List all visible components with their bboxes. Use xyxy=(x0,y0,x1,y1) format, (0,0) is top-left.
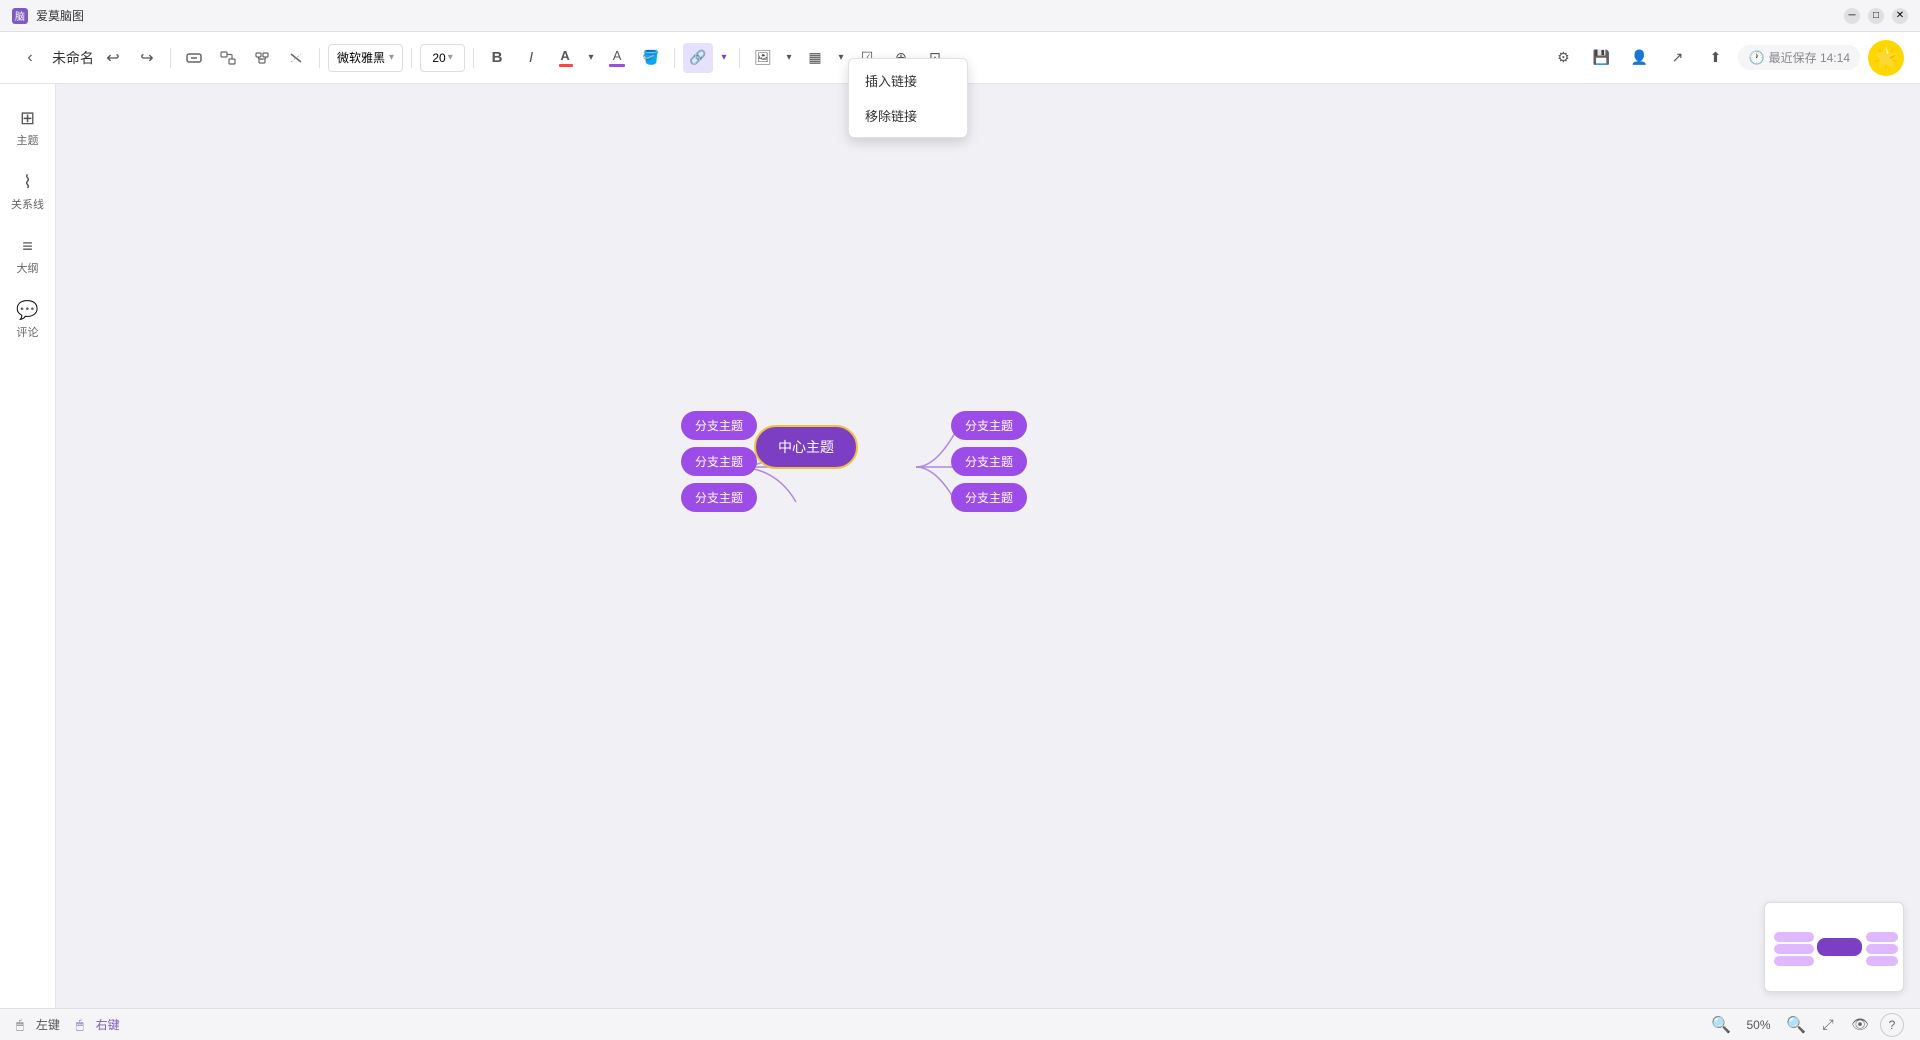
settings-button[interactable]: ⚙ xyxy=(1548,43,1578,73)
font-size-selector[interactable]: 20 ▾ xyxy=(420,44,465,72)
fill-color-button[interactable]: 🪣 xyxy=(636,43,666,73)
view-toggle-button[interactable]: 👁 xyxy=(1848,1013,1872,1037)
center-node[interactable]: 中心主题 xyxy=(754,425,858,469)
node-tool-1[interactable] xyxy=(179,43,209,73)
share-button[interactable]: ↗ xyxy=(1662,43,1692,73)
minimap xyxy=(1764,902,1904,992)
user-button[interactable]: 👤 xyxy=(1624,43,1654,73)
sidebar-item-outline[interactable]: ≡ 大纲 xyxy=(4,228,52,284)
node-tool-2[interactable] xyxy=(213,43,243,73)
divider-6 xyxy=(739,48,740,68)
branch-node-right-2[interactable]: 分支主题 xyxy=(951,447,1027,476)
right-key-label: 右键 xyxy=(96,1016,120,1033)
undo-button[interactable]: ↩ xyxy=(98,43,128,73)
table-dropdown[interactable]: ▾ xyxy=(834,43,848,73)
help-button[interactable]: ? xyxy=(1880,1013,1904,1037)
link-dropdown[interactable]: ▾ xyxy=(717,43,731,73)
image-button[interactable]: 🖼 xyxy=(748,43,778,73)
branch-node-left-1[interactable]: 分支主题 xyxy=(681,411,757,440)
minimize-button[interactable]: ─ xyxy=(1844,8,1860,24)
sidebar-item-theme-label: 主题 xyxy=(17,132,39,148)
link-button-wrapper: 🔗 xyxy=(683,43,713,73)
italic-button[interactable]: I xyxy=(516,43,546,73)
zoom-in-button[interactable]: 🔍 xyxy=(1784,1013,1808,1037)
window-controls: ─ □ ✕ xyxy=(1844,8,1908,24)
divider-4 xyxy=(473,48,474,68)
bold-button[interactable]: B xyxy=(482,43,512,73)
sidebar-item-relations[interactable]: ⌇ 关系线 xyxy=(4,164,52,220)
avatar-button[interactable]: 🌟 xyxy=(1868,40,1904,76)
sidebar: ⊞ 主题 ⌇ 关系线 ≡ 大纲 💬 评论 xyxy=(0,84,56,1040)
zoom-out-button[interactable]: 🔍 xyxy=(1709,1013,1733,1037)
text-color-indicator xyxy=(559,64,573,67)
back-button[interactable]: ‹ xyxy=(16,44,44,72)
highlight-button[interactable]: A xyxy=(602,43,632,73)
left-key-label: 左键 xyxy=(36,1016,60,1033)
link-dropdown-menu: 插入链接 移除链接 xyxy=(848,58,968,138)
link-button[interactable]: 🔗 xyxy=(683,43,713,73)
table-button[interactable]: ▦ xyxy=(800,43,830,73)
branch-node-right-3[interactable]: 分支主题 xyxy=(951,483,1027,512)
mindmap-svg xyxy=(56,84,1920,1008)
branch-node-right-1[interactable]: 分支主题 xyxy=(951,411,1027,440)
minimap-content xyxy=(1765,903,1903,991)
text-color-button[interactable]: A xyxy=(550,43,580,73)
sidebar-item-theme[interactable]: ⊞ 主题 xyxy=(4,100,52,156)
theme-icon: ⊞ xyxy=(20,108,35,129)
comment-icon: 💬 xyxy=(16,300,38,321)
divider-1 xyxy=(170,48,171,68)
fit-screen-button[interactable]: ⤢ xyxy=(1816,1013,1840,1037)
font-family-selector[interactable]: 微软雅黑 ▾ xyxy=(328,44,403,72)
mouse-right-icon: 🖱 xyxy=(76,1017,84,1033)
redo-button[interactable]: ↪ xyxy=(132,43,162,73)
remove-link-item[interactable]: 移除链接 xyxy=(849,98,967,133)
statusbar: 🖱 左键 🖱 右键 🔍 50% 🔍 ⤢ 👁 ? xyxy=(0,1008,1920,1040)
highlight-indicator xyxy=(609,64,625,67)
title-bar: 脑 爱莫脑图 ─ □ ✕ xyxy=(0,0,1920,32)
app-icon: 脑 xyxy=(12,8,28,24)
app-title: 爱莫脑图 xyxy=(36,7,84,24)
branch-node-left-2[interactable]: 分支主题 xyxy=(681,447,757,476)
sidebar-item-relations-label: 关系线 xyxy=(11,196,44,212)
save-status-text: 最近保存 14:14 xyxy=(1769,49,1850,66)
save-status: 🕐 最近保存 14:14 xyxy=(1738,45,1860,70)
insert-link-item[interactable]: 插入链接 xyxy=(849,63,967,98)
relations-icon: ⌇ xyxy=(23,172,32,193)
image-dropdown[interactable]: ▾ xyxy=(782,43,796,73)
sidebar-item-comment-label: 评论 xyxy=(17,324,39,340)
minimap-svg xyxy=(1769,907,1899,987)
node-tool-3[interactable] xyxy=(247,43,277,73)
text-color-dropdown[interactable]: ▾ xyxy=(584,43,598,73)
sidebar-item-outline-label: 大纲 xyxy=(17,260,39,276)
export-button[interactable]: ⬆ xyxy=(1700,43,1730,73)
node-tool-4[interactable] xyxy=(281,43,311,73)
divider-2 xyxy=(319,48,320,68)
save-button[interactable]: 💾 xyxy=(1586,43,1616,73)
divider-3 xyxy=(411,48,412,68)
statusbar-right: 🔍 50% 🔍 ⤢ 👁 ? xyxy=(1709,1013,1904,1037)
nav-area: ‹ 未命名 xyxy=(16,44,94,72)
close-button[interactable]: ✕ xyxy=(1892,8,1908,24)
maximize-button[interactable]: □ xyxy=(1868,8,1884,24)
sidebar-item-comment[interactable]: 💬 评论 xyxy=(4,292,52,348)
mouse-left-icon: 🖱 xyxy=(16,1017,24,1033)
outline-icon: ≡ xyxy=(22,236,33,257)
toolbar-right: ⚙ 💾 👤 ↗ ⬆ 🕐 最近保存 14:14 🌟 xyxy=(1548,40,1904,76)
doc-title: 未命名 xyxy=(52,48,94,68)
branch-node-left-3[interactable]: 分支主题 xyxy=(681,483,757,512)
divider-5 xyxy=(674,48,675,68)
canvas-area[interactable]: 中心主题 分支主题 分支主题 分支主题 分支主题 分支主题 分支主题 xyxy=(56,84,1920,1008)
zoom-level: 50% xyxy=(1741,1018,1776,1032)
